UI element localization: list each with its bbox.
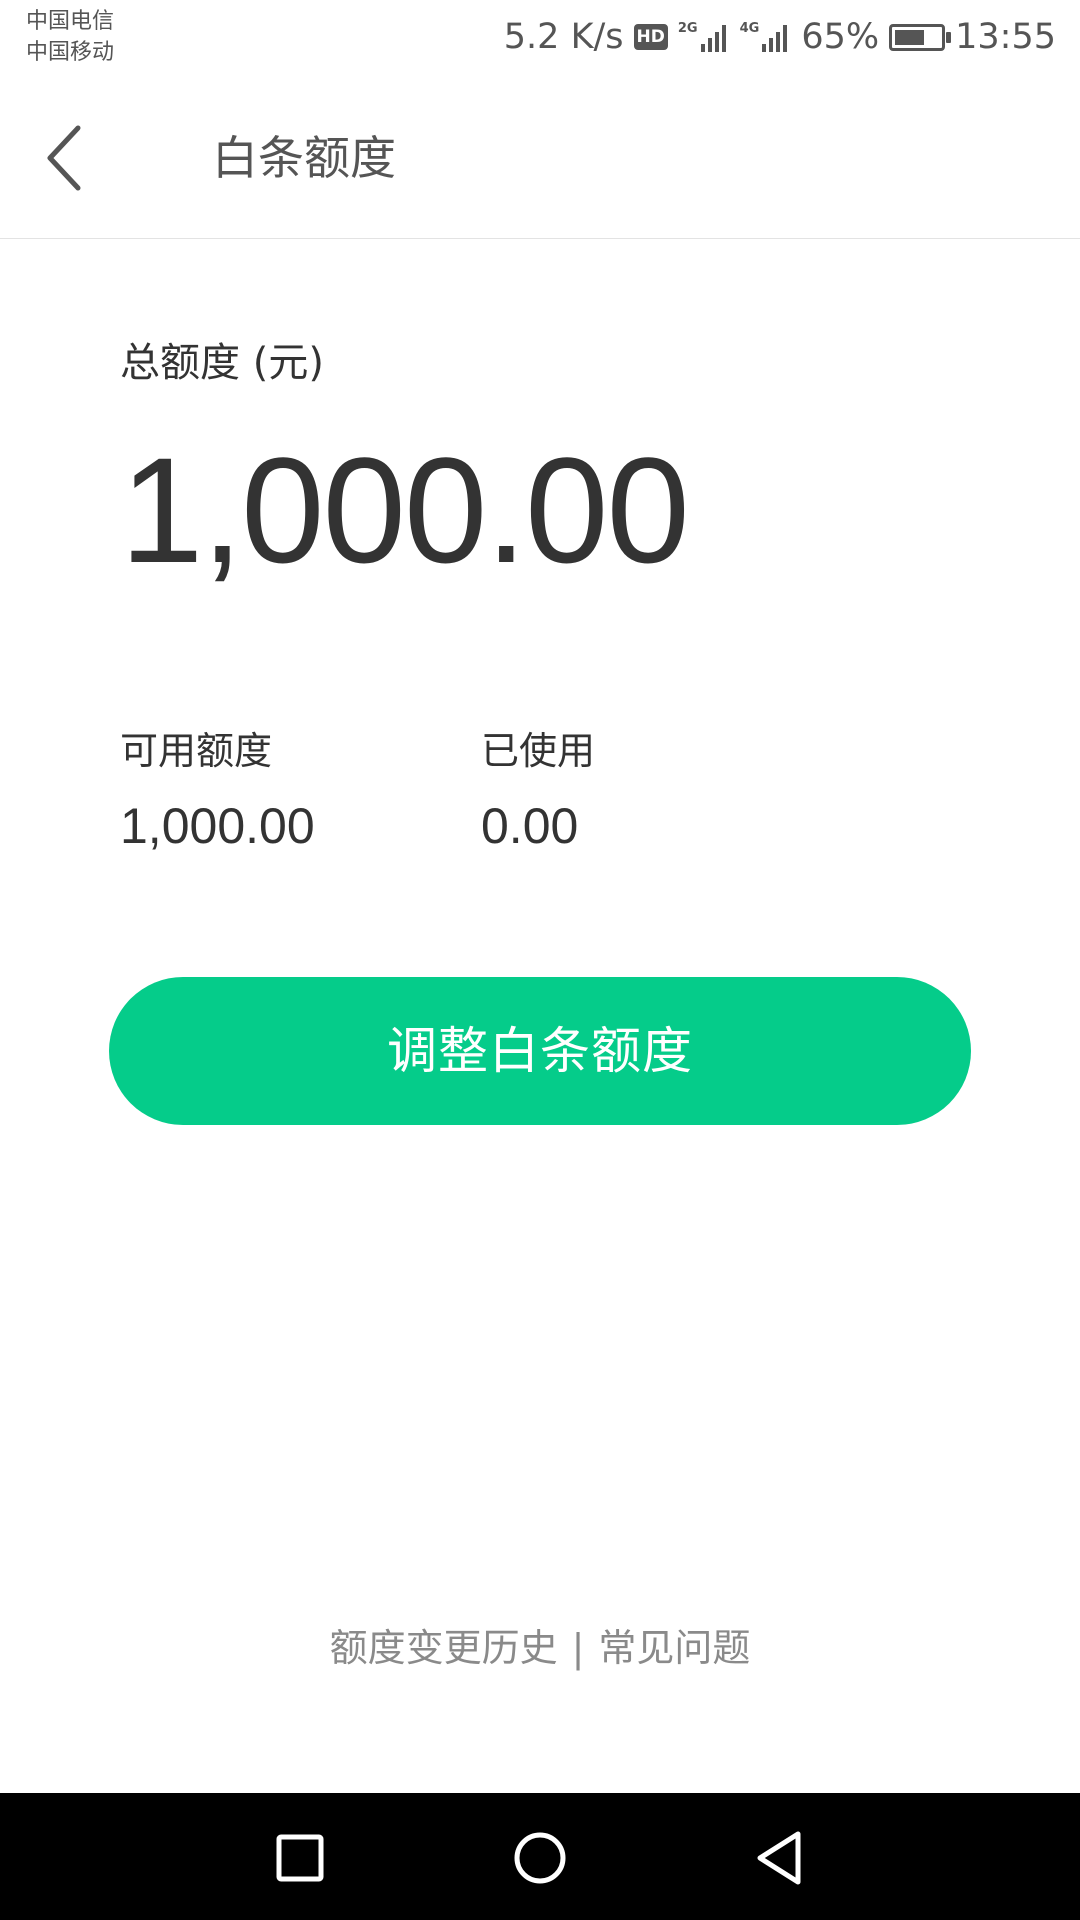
back-button[interactable] <box>28 118 108 198</box>
clock: 13:55 <box>955 17 1056 57</box>
signal-2g-icon: 2G <box>678 22 730 52</box>
footer-links: 额度变更历史 | 常见问题 <box>0 1620 1080 1676</box>
footer-separator: | <box>571 1626 585 1670</box>
signal-4g-icon: 4G <box>740 22 792 52</box>
nav-back-button[interactable] <box>740 1818 820 1898</box>
hd-icon: HD <box>633 24 668 50</box>
triangle-back-icon <box>757 1831 801 1885</box>
square-icon <box>276 1834 324 1882</box>
carrier-2: 中国移动 <box>26 40 115 65</box>
network-speed: 5.2 K/s <box>503 17 624 57</box>
status-bar: 中国电信 中国移动 5.2 K/s HD 2G 4G 65% 13:55 <box>0 0 1080 76</box>
home-button[interactable] <box>500 1818 580 1898</box>
status-indicators: 5.2 K/s HD 2G 4G 65% 13:55 <box>504 12 1056 62</box>
page-title: 白条额度 <box>212 131 396 185</box>
battery-level-fill <box>895 29 925 45</box>
total-credit-label: 总额度 (元) <box>120 340 324 386</box>
total-credit-value: 1,000.00 <box>120 426 690 594</box>
used-credit-value: 0.00 <box>481 798 579 854</box>
signal-4g-label: 4G <box>739 21 760 36</box>
carrier-1: 中国电信 <box>26 9 115 34</box>
recent-apps-button[interactable] <box>260 1818 340 1898</box>
adjust-credit-button[interactable]: 调整白条额度 <box>109 977 971 1125</box>
available-credit-label: 可用额度 <box>120 729 273 773</box>
screen: 中国电信 中国移动 5.2 K/s HD 2G 4G 65% 13:55 白条额… <box>0 0 1080 1920</box>
title-bar: 白条额度 <box>0 78 1080 239</box>
used-credit-label: 已使用 <box>481 729 596 773</box>
credit-history-link[interactable]: 额度变更历史 <box>330 1626 558 1670</box>
navigation-bar <box>0 1793 1080 1920</box>
available-credit-value: 1,000.00 <box>120 798 315 854</box>
battery-icon <box>889 23 952 51</box>
circle-icon <box>514 1832 566 1884</box>
battery-percent: 65% <box>801 17 880 57</box>
carrier-info: 中国电信 中国移动 <box>26 6 114 68</box>
signal-2g-label: 2G <box>677 21 698 36</box>
chevron-left-icon <box>47 125 81 191</box>
faq-link[interactable]: 常见问题 <box>598 1626 750 1670</box>
